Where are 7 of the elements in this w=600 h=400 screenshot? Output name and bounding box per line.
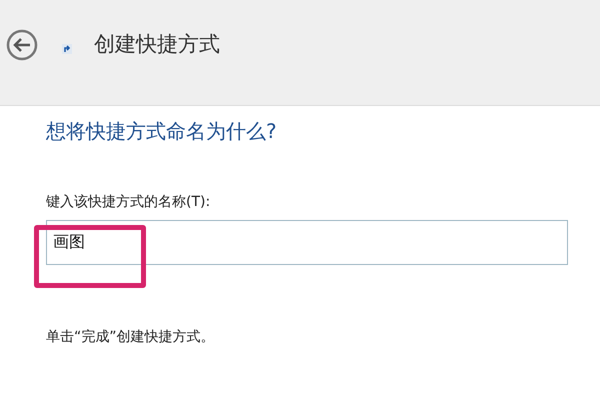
back-button[interactable] bbox=[6, 28, 38, 60]
instruction-text: 单击“完成”创建快捷方式。 bbox=[46, 328, 216, 347]
shortcut-icon bbox=[62, 44, 72, 54]
name-input[interactable]: 画图 bbox=[46, 220, 568, 265]
field-label: 键入该快捷方式的名称(T): bbox=[46, 193, 212, 212]
window-title: 创建快捷方式 bbox=[94, 30, 220, 58]
page-heading: 想将快捷方式命名为什么? bbox=[46, 118, 278, 145]
